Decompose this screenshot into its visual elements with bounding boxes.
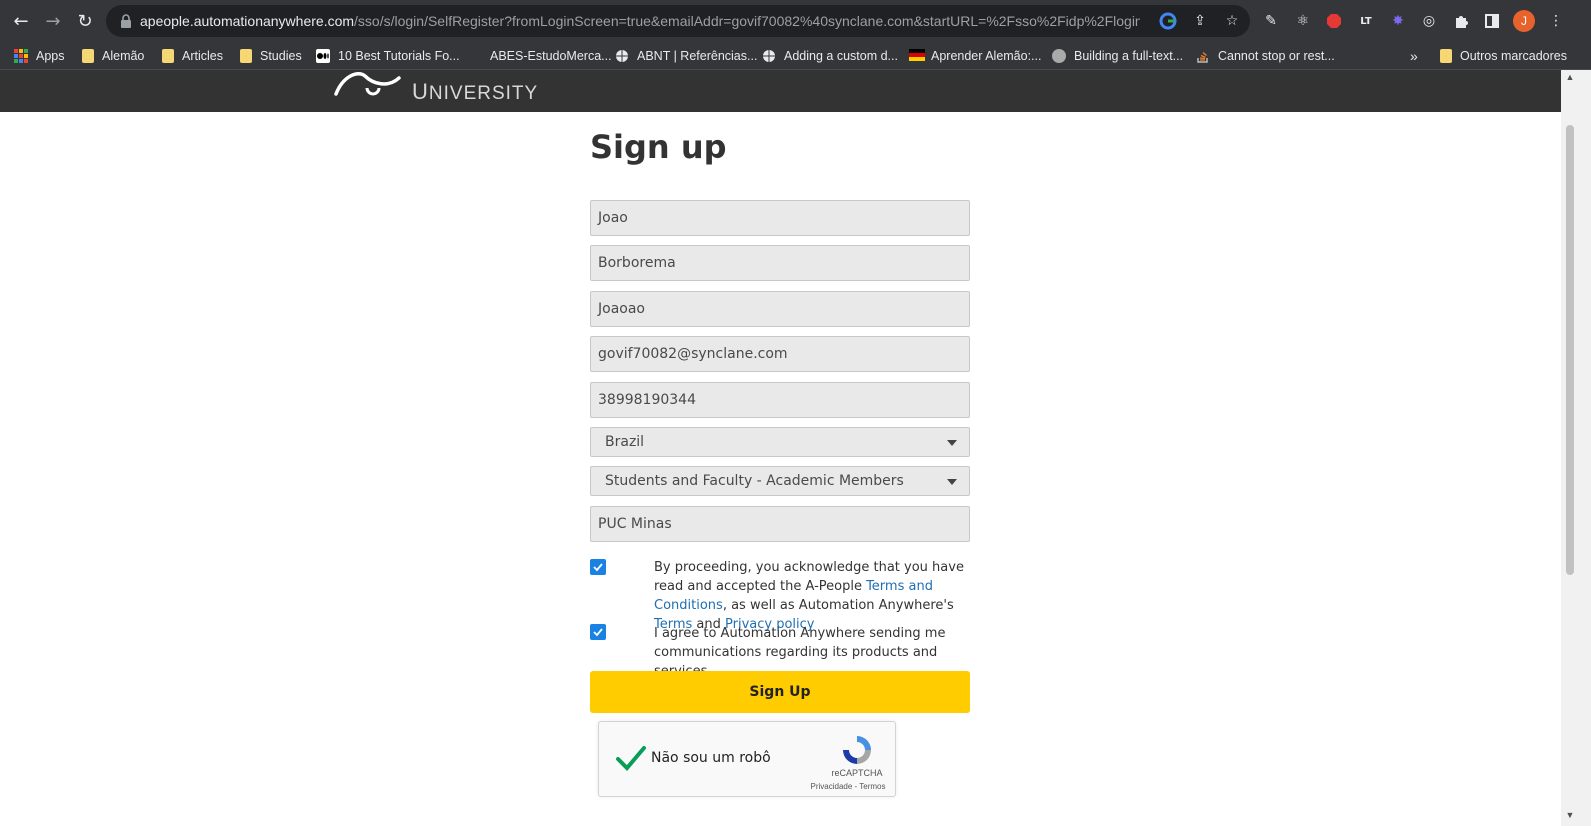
bookmarks-bar: Apps Alemão Articles Studies 10 Best Tut… xyxy=(0,42,1591,70)
scroll-down-arrow-icon[interactable]: ▼ xyxy=(1564,810,1576,822)
recaptcha-brand: reCAPTCHA xyxy=(831,768,883,778)
extensions-puzzle-icon[interactable] xyxy=(1450,10,1472,32)
page-scrollbar[interactable]: ▲ ▼ xyxy=(1561,70,1591,826)
side-panel-icon[interactable] xyxy=(1481,10,1503,32)
bookmark-building-fulltext[interactable]: Building a full-text... xyxy=(1052,47,1183,65)
profile-avatar[interactable]: J xyxy=(1513,10,1535,32)
bookmarks-overflow-chevron[interactable]: » xyxy=(1410,47,1418,65)
bookmark-other[interactable]: Outros marcadores xyxy=(1440,47,1567,65)
recaptcha-checkmark-icon[interactable] xyxy=(615,744,647,772)
bookmark-studies[interactable]: Studies xyxy=(240,47,302,65)
bookmark-label: Cannot stop or rest... xyxy=(1218,49,1335,63)
share-icon[interactable]: ⇪ xyxy=(1190,11,1210,31)
bookmark-label: ABES-EstudoMerca... xyxy=(490,49,612,63)
apps-grid-icon xyxy=(14,49,28,63)
sign-up-button[interactable]: Sign Up xyxy=(590,671,970,713)
university-logo-text: UNIVERSITY xyxy=(412,79,538,105)
lock-icon xyxy=(121,14,131,28)
forward-arrow-icon[interactable]: → xyxy=(40,8,66,34)
address-bar[interactable]: apeople.automationanywhere.com/sso/s/log… xyxy=(106,5,1250,37)
bookmark-adding-custom[interactable]: Adding a custom d... xyxy=(762,47,898,65)
back-arrow-icon[interactable]: ← xyxy=(8,8,34,34)
reload-icon[interactable]: ↻ xyxy=(72,8,98,34)
bookmark-articles[interactable]: Articles xyxy=(162,47,223,65)
automation-anywhere-logo-icon[interactable] xyxy=(333,66,403,98)
bookmark-abes[interactable]: ABES-EstudoMerca... xyxy=(490,47,612,65)
url-text: apeople.automationanywhere.com/sso/s/log… xyxy=(140,13,1140,29)
member-type-select[interactable]: Students and Faculty - Academic Members xyxy=(590,466,970,496)
globe-icon xyxy=(762,49,776,63)
member-type-selected-value: Students and Faculty - Academic Members xyxy=(605,473,904,489)
url-path: /sso/s/login/SelfRegister?fromLoginScree… xyxy=(354,13,1140,29)
bookmark-label: Aprender Alemão:... xyxy=(931,49,1042,63)
terms-checkbox[interactable] xyxy=(590,559,606,575)
logo-initial: U xyxy=(412,79,429,104)
recaptcha-links[interactable]: Privacidade - Termos xyxy=(803,782,893,791)
checkmark-icon xyxy=(593,563,603,572)
bookmark-label: Building a full-text... xyxy=(1074,49,1184,63)
username-field[interactable]: Joaoao xyxy=(590,291,970,327)
bookmark-label: Apps xyxy=(36,49,65,63)
germany-flag-icon xyxy=(909,49,925,63)
scroll-thumb[interactable] xyxy=(1566,125,1574,575)
globe-icon xyxy=(615,49,629,63)
google-icon[interactable] xyxy=(1158,11,1178,31)
first-name-field[interactable]: Joao xyxy=(590,200,970,236)
page-title: Sign up xyxy=(590,128,727,166)
terms-consent-text: By proceeding, you acknowledge that you … xyxy=(654,558,974,634)
recaptcha-widget: Não sou um robô reCAPTCHA Privacidade - … xyxy=(598,721,896,797)
eyedropper-extension-icon[interactable]: ✎ xyxy=(1260,10,1282,32)
last-name-field[interactable]: Borborema xyxy=(590,245,970,281)
bookmark-apps[interactable]: Apps xyxy=(14,47,65,65)
bookmark-label: 10 Best Tutorials Fo... xyxy=(338,49,460,63)
recaptcha-logo-icon xyxy=(843,736,871,764)
logo-rest: NIVERSITY xyxy=(428,83,539,104)
bookmark-label: ABNT | Referências... xyxy=(637,49,758,63)
bookmark-alemao[interactable]: Alemão xyxy=(82,47,144,65)
bookmark-label: Adding a custom d... xyxy=(784,49,898,63)
country-selected-value: Brazil xyxy=(605,434,645,450)
bookmark-label: Alemão xyxy=(102,49,145,63)
phone-field[interactable]: 38998190344 xyxy=(590,382,970,418)
url-host: apeople.automationanywhere.com xyxy=(140,13,355,29)
bookmark-aprender-alemao[interactable]: Aprender Alemão:... xyxy=(909,47,1041,65)
bookmark-label: Outros marcadores xyxy=(1460,49,1567,63)
site-header: UNIVERSITY xyxy=(0,70,1561,112)
bookmark-label: Articles xyxy=(182,49,223,63)
country-select[interactable]: Brazil xyxy=(590,427,970,457)
bookmark-tutorials[interactable]: 10 Best Tutorials Fo... xyxy=(316,47,460,65)
institution-field[interactable]: PUC Minas xyxy=(590,506,970,542)
avatar-icon xyxy=(1052,49,1066,63)
react-devtools-icon[interactable]: ⚛ xyxy=(1292,10,1314,32)
menu-kebab-icon[interactable]: ⋮ xyxy=(1545,10,1567,32)
bookmark-label: Studies xyxy=(260,49,302,63)
folder-icon xyxy=(240,49,252,63)
checkmark-icon xyxy=(593,628,603,637)
medium-icon xyxy=(316,49,330,63)
bookmark-star-icon[interactable]: ☆ xyxy=(1222,11,1242,31)
recaptcha-label: Não sou um robô xyxy=(651,750,771,766)
bookmark-abnt[interactable]: ABNT | Referências... xyxy=(615,47,757,65)
bookmark-cannot-stop[interactable]: Cannot stop or rest... xyxy=(1196,47,1335,65)
folder-icon xyxy=(162,49,174,63)
target-extension-icon[interactable]: ◎ xyxy=(1418,10,1440,32)
stackoverflow-icon xyxy=(1196,49,1210,63)
marketing-checkbox[interactable] xyxy=(590,624,606,640)
browser-toolbar: ← → ↻ apeople.automationanywhere.com/sso… xyxy=(0,0,1591,42)
adblock-extension-icon[interactable] xyxy=(1323,10,1345,32)
caret-down-icon xyxy=(947,479,957,485)
consent-text-part: , as well as Automation Anywhere's xyxy=(722,598,954,613)
languagetool-icon[interactable]: LT xyxy=(1355,10,1377,32)
snowflake-extension-icon[interactable]: ✸ xyxy=(1387,10,1409,32)
scroll-up-arrow-icon[interactable]: ▲ xyxy=(1564,72,1576,84)
folder-icon xyxy=(82,49,94,63)
caret-down-icon xyxy=(947,440,957,446)
email-field[interactable]: govif70082@synclane.com xyxy=(590,336,970,372)
folder-icon xyxy=(1440,49,1452,63)
